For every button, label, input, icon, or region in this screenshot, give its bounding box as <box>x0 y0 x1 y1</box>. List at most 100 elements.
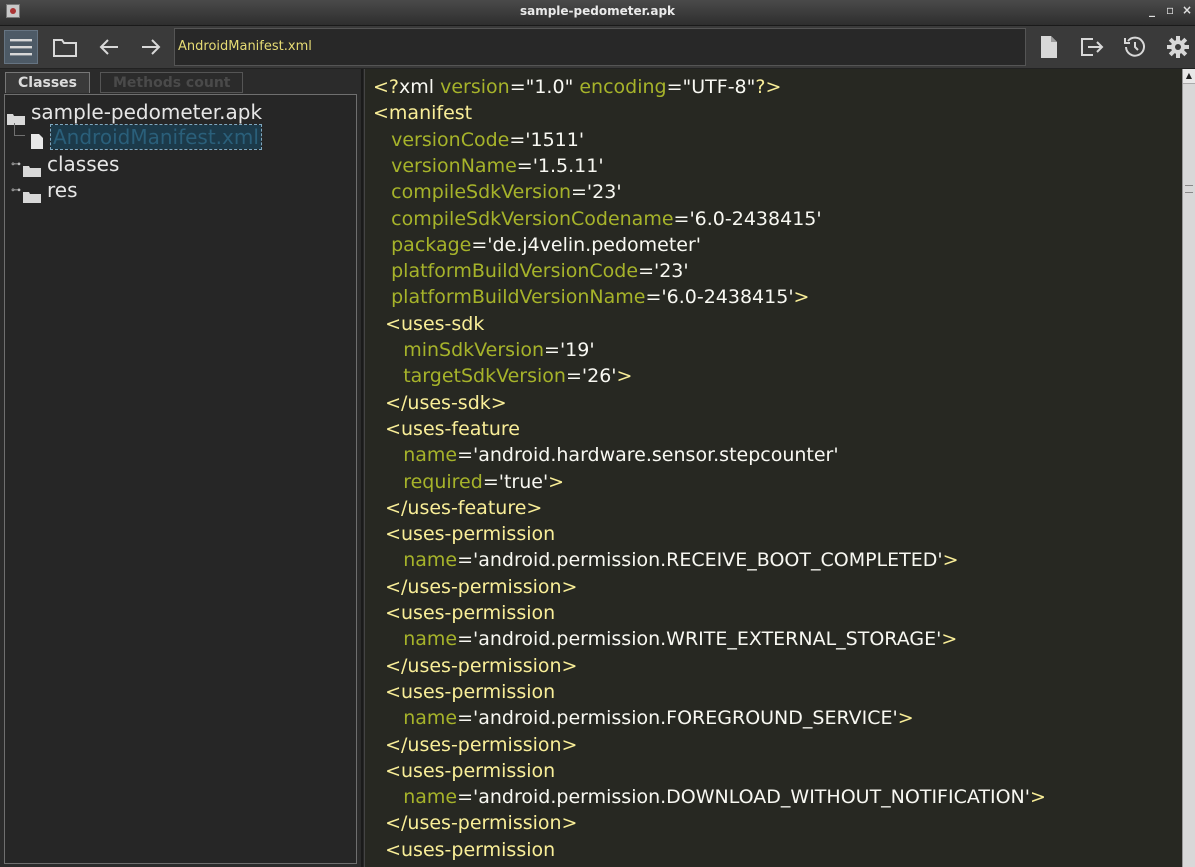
code-token: <uses-permission <box>385 602 556 624</box>
code-token: versionName <box>391 154 517 177</box>
code-line: </uses-permission> <box>373 574 577 600</box>
code-token: > <box>793 286 810 309</box>
file-icon[interactable] <box>1032 30 1066 64</box>
folder-icon <box>23 184 41 203</box>
code-token: > <box>897 707 914 730</box>
code-token: <manifest <box>373 102 473 125</box>
code-token: > <box>941 628 958 651</box>
code-line: </uses-permission> <box>373 653 577 679</box>
code-editor[interactable]: <?xml version="1.0" encoding="UTF-8"?> <m… <box>364 69 1182 867</box>
hamburger-menu-icon[interactable] <box>4 30 38 64</box>
code-token: </uses-feature> <box>385 496 543 519</box>
code-token: <uses-permission <box>385 523 556 546</box>
code-token: platformBuildVersionCode <box>391 260 639 283</box>
tab-classes[interactable]: Classes <box>5 72 91 93</box>
gear-icon[interactable] <box>1161 30 1195 64</box>
code-token: ='23' <box>638 260 689 283</box>
code-token: > <box>1029 786 1046 809</box>
forward-arrow-icon[interactable] <box>134 30 168 64</box>
minimize-button[interactable]: _ <box>1149 3 1155 17</box>
folder-icon <box>23 158 41 177</box>
code-token: <uses-permission <box>385 680 556 703</box>
project-tree: sample-pedometer.apk AndroidManifest.xml… <box>4 94 357 864</box>
tree-item-label: classes <box>47 152 120 176</box>
code-line: platformBuildVersionName='6.0-2438415'> <box>373 284 809 310</box>
code-line: <uses-permission <box>373 600 555 626</box>
code-line: versionCode='1511' <box>373 127 584 153</box>
code-token: encoding <box>579 76 667 98</box>
tree-root-label: sample-pedometer.apk <box>31 100 263 124</box>
code-token: ='android.hardware.sensor.stepcounter' <box>457 444 839 467</box>
code-line: </uses-sdk> <box>373 390 507 416</box>
tab-methods-count[interactable]: Methods count <box>100 72 244 93</box>
code-token: <uses-sdk <box>385 312 485 335</box>
code-line: <uses-sdk <box>373 311 484 337</box>
code-token: > <box>548 470 565 493</box>
project-panel: Classes Methods count sample-pedometer.a… <box>0 69 363 867</box>
scroll-thumb[interactable] <box>1185 185 1193 193</box>
back-arrow-icon[interactable] <box>92 30 126 64</box>
code-token: ='19' <box>544 339 595 361</box>
code-token: ='23' <box>571 181 622 204</box>
expand-handle-icon[interactable]: ⊶ <box>11 185 23 196</box>
code-token: name <box>403 707 458 730</box>
export-icon[interactable] <box>1075 30 1109 64</box>
code-token: <uses-permission <box>385 838 556 861</box>
open-folder-icon[interactable] <box>48 30 82 64</box>
code-line: <uses-permission <box>373 837 555 863</box>
tree-root[interactable]: sample-pedometer.apk <box>7 100 263 125</box>
expand-handle-icon[interactable]: ⊶ <box>11 159 23 170</box>
code-token: name <box>403 444 458 467</box>
tree-item-androidmanifest[interactable]: AndroidManifest.xml <box>31 124 262 150</box>
code-token: ='26' <box>565 365 617 388</box>
code-token: version <box>440 76 510 98</box>
code-line: compileSdkVersionCodename='6.0-2438415' <box>373 206 821 232</box>
code-token: versionCode <box>391 128 510 151</box>
code-line: required='true'> <box>373 469 564 495</box>
code-token: minSdkVersion <box>403 339 545 361</box>
vertical-scrollbar[interactable]: ▲ <box>1182 69 1195 867</box>
close-button[interactable]: × <box>1182 3 1192 17</box>
window-title-bar: sample-pedometer.apk _ ▫ × <box>0 0 1195 26</box>
code-token: ='android.permission.RECEIVE_BOOT_COMPLE… <box>457 549 943 572</box>
code-token: xml <box>399 76 441 98</box>
folder-icon <box>7 106 25 125</box>
code-token: ?> <box>755 76 782 98</box>
scroll-up-arrow-icon[interactable]: ▲ <box>1183 69 1195 84</box>
code-token: name <box>403 786 458 809</box>
tree-item-res[interactable]: ⊶ res <box>11 178 78 203</box>
history-icon[interactable] <box>1118 30 1152 64</box>
code-token: <uses-feature <box>385 417 520 440</box>
code-line: versionName='1.5.11' <box>373 153 604 179</box>
maximize-button[interactable]: ▫ <box>1166 3 1174 17</box>
code-line: </uses-permission> <box>373 732 577 758</box>
code-token: ='android.permission.WRITE_EXTERNAL_STOR… <box>457 628 942 651</box>
path-field[interactable]: AndroidManifest.xml <box>174 28 1026 66</box>
code-line: </uses-feature> <box>373 495 542 521</box>
code-line: <uses-permission <box>373 521 555 547</box>
code-line: name='android.permission.DOWNLOAD_WITHOU… <box>373 784 1046 810</box>
code-token: name <box>403 549 458 572</box>
code-token: ='6.0-2438415' <box>645 286 794 309</box>
code-token: ='1.5.11' <box>516 154 604 177</box>
code-token: ='de.j4velin.pedometer' <box>471 233 702 256</box>
tree-item-classes[interactable]: ⊶ classes <box>11 152 120 177</box>
code-token: <? <box>373 76 400 98</box>
window-title: sample-pedometer.apk <box>519 4 676 18</box>
code-token: package <box>391 233 472 256</box>
code-token: </uses-permission> <box>385 654 578 677</box>
code-token: ="1.0" <box>509 76 580 98</box>
